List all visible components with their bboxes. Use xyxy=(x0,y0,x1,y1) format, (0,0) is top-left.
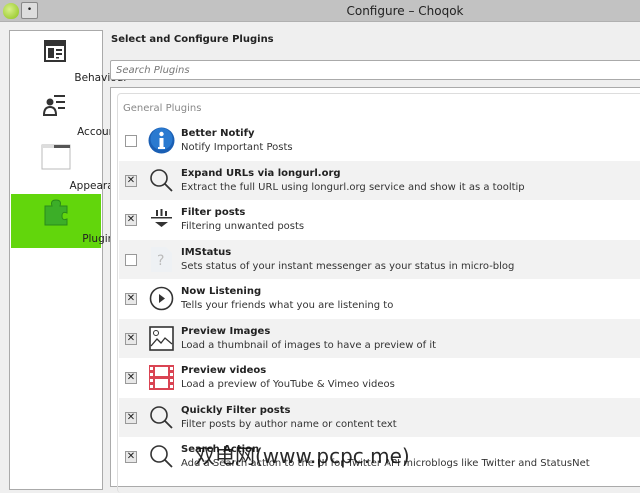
group-label: General Plugins xyxy=(123,103,202,114)
play-icon xyxy=(148,285,175,312)
plugin-checkbox[interactable]: ✕ xyxy=(125,214,137,226)
plugin-checkbox[interactable] xyxy=(125,253,137,266)
plugin-description: Load a thumbnail of images to have a pre… xyxy=(181,339,437,351)
plugin-description: Filter posts by author name or content t… xyxy=(181,418,397,430)
search-icon xyxy=(148,443,175,470)
plugin-row[interactable]: ✕ Now Listening Tells your friends what … xyxy=(119,279,640,318)
window-title: Configure – Choqok xyxy=(346,4,464,18)
plugin-name: Filter posts xyxy=(181,207,246,218)
filter-icon xyxy=(148,206,175,233)
plugin-row[interactable]: ✕ Quickly Filter posts Filter posts by a… xyxy=(119,397,640,437)
plugin-name: Now Listening xyxy=(181,286,262,297)
page-heading: Select and Configure Plugins xyxy=(111,34,274,45)
behaviour-icon xyxy=(44,40,66,62)
plugin-row[interactable]: ✕ Expand URLs via longurl.org Extract th… xyxy=(119,160,640,200)
title-bar: • Configure – Choqok xyxy=(0,0,640,22)
search-icon xyxy=(148,167,175,194)
plugin-row[interactable]: ✕ Filter posts Filtering unwanted posts xyxy=(119,200,640,239)
plugin-checkbox[interactable]: ✕ xyxy=(125,174,137,187)
plugin-name: Better Notify xyxy=(181,128,255,139)
plugin-name: Preview videos xyxy=(181,365,267,376)
watermark: 双电网(www.pcpc.me) xyxy=(195,444,410,468)
sidebar-item-behaviour[interactable]: Behaviour xyxy=(11,33,128,87)
plugin-checkbox[interactable]: ✕ xyxy=(125,332,137,345)
plugins-icon xyxy=(44,199,68,226)
plugin-description: Filtering unwanted posts xyxy=(181,221,305,232)
info-icon xyxy=(148,127,175,154)
plugin-list: General Plugins Better Notify Notify Imp… xyxy=(110,87,640,493)
plugin-row[interactable]: ✕ Preview videos Load a preview of YouTu… xyxy=(119,358,640,397)
unknown-icon: ? xyxy=(148,246,175,273)
plugin-checkbox[interactable]: ✕ xyxy=(125,451,137,463)
sidebar-item-plugins[interactable]: Plugins xyxy=(11,194,120,248)
search-icon xyxy=(148,404,175,431)
plugin-row[interactable]: ✕ Preview Images Load a thumbnail of ima… xyxy=(119,318,640,358)
sidebar-item-appearance[interactable]: Appearance xyxy=(11,141,133,195)
plugin-row[interactable]: ? IMStatus Sets status of your instant m… xyxy=(119,239,640,279)
plugin-name: IMStatus xyxy=(181,246,232,258)
plugin-description: Sets status of your instant messenger as… xyxy=(181,260,515,272)
appearance-icon xyxy=(41,144,71,170)
plugin-description: Load a preview of YouTube & Vimeo videos xyxy=(181,379,395,390)
plugin-checkbox[interactable]: ✕ xyxy=(125,411,137,424)
plugin-description: Tells your friends what you are listenin… xyxy=(181,300,394,311)
film-icon xyxy=(148,364,175,391)
plugin-row[interactable]: Better Notify Notify Important Posts xyxy=(119,121,640,160)
plugin-description: Notify Important Posts xyxy=(181,142,293,153)
plugin-checkbox[interactable]: ✕ xyxy=(125,372,137,384)
sidebar-item-accounts[interactable]: Accounts xyxy=(11,87,125,141)
accounts-icon xyxy=(43,95,65,116)
plugin-checkbox[interactable]: ✕ xyxy=(125,293,137,305)
plugin-name: Quickly Filter posts xyxy=(181,404,291,416)
plugin-description: Extract the full URL using longurl.org s… xyxy=(181,181,525,193)
image-icon xyxy=(148,325,175,352)
plugin-checkbox[interactable] xyxy=(125,135,137,147)
plugin-name: Preview Images xyxy=(181,325,271,337)
svg-text:?: ? xyxy=(157,253,164,269)
plugin-name: Expand URLs via longurl.org xyxy=(181,167,341,179)
sidebar: Behaviour Accounts Appearance Plugins xyxy=(9,30,133,490)
search-plugins-input[interactable] xyxy=(110,60,640,80)
